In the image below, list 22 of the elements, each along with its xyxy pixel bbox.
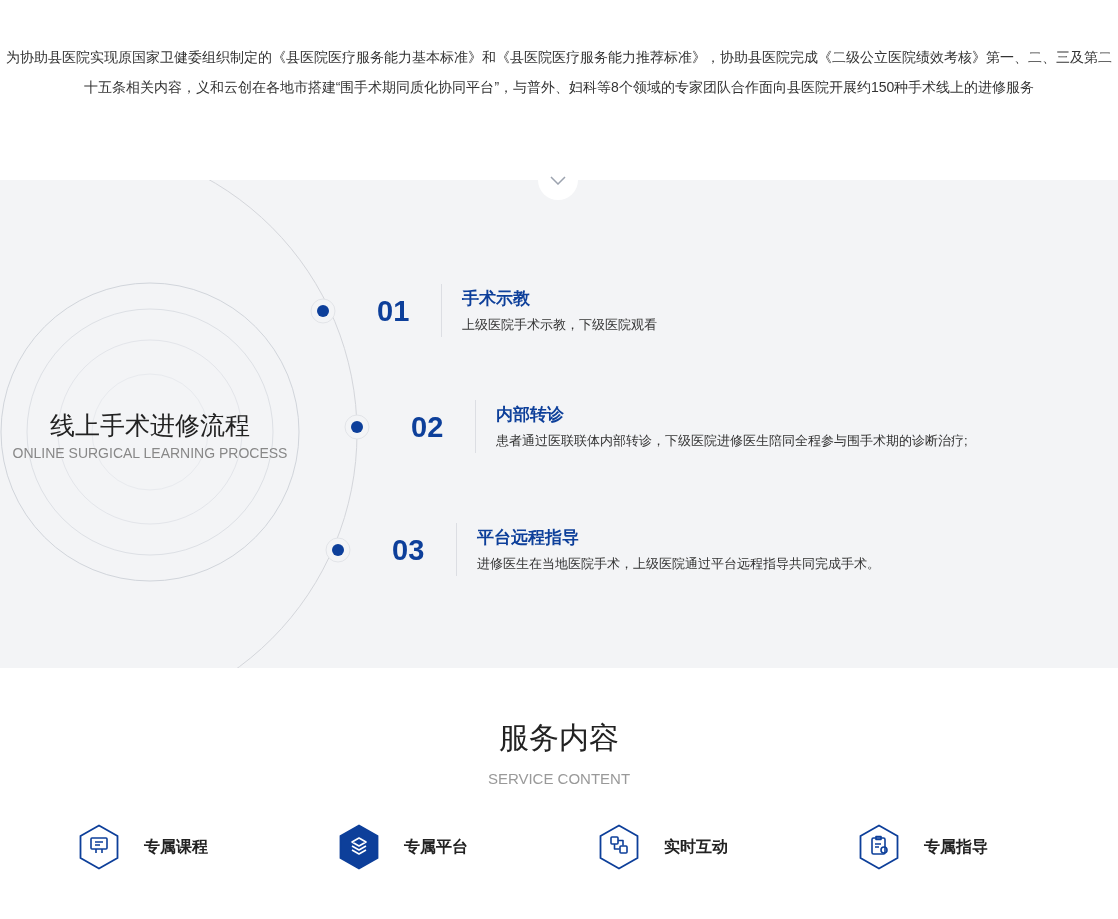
step-number: 02 (411, 409, 445, 445)
intro-paragraph: 为协助县医院实现原国家卫健委组织制定的《县医院医疗服务能力基本标准》和《县医院医疗服务能力推荐标准》，协助县医院完成《二级公立医院绩效考核》第一、二、三及第二十五条相关内容，义和云创在各地市搭建“围手术期同质化协同平台”，与普外、妇科等8个领域的专家团队合作面向县医院开展约150种手术线上的进修服务 (6, 48, 1112, 97)
step-description: 进修医生在当地医院手术，上级医院通过平台远程指导共同完成手术。 (477, 555, 880, 573)
step-dot-icon (325, 536, 351, 563)
step-dot-icon (344, 413, 370, 440)
step-title: 内部转诊 (496, 404, 565, 426)
service-tab[interactable]: 专属指导 (924, 835, 988, 859)
step-number: 03 (392, 532, 426, 568)
service-tab[interactable]: 专属平台 (404, 835, 468, 859)
service-tab[interactable]: 实时互动 (664, 835, 728, 859)
process-subtitle: ONLINE SURGICAL LEARNING PROCESS (12, 444, 288, 463)
service-tab[interactable]: 专属课程 (144, 835, 208, 859)
services-subtitle: SERVICE CONTENT (487, 769, 631, 789)
step-number: 01 (377, 293, 411, 329)
step-title: 手术示教 (462, 288, 531, 310)
step-description: 上级医院手术示教，下级医院观看 (462, 316, 657, 334)
step-title: 平台远程指导 (477, 527, 580, 549)
process-title: 线上手术进修流程 (50, 410, 250, 441)
services-title: 服务内容 (499, 720, 619, 756)
step-description: 患者通过医联联体内部转诊，下级医院进修医生陪同全程参与围手术期的诊断治疗; (496, 432, 968, 450)
step-dot-icon (310, 297, 336, 324)
chevron-down-icon (550, 175, 566, 185)
